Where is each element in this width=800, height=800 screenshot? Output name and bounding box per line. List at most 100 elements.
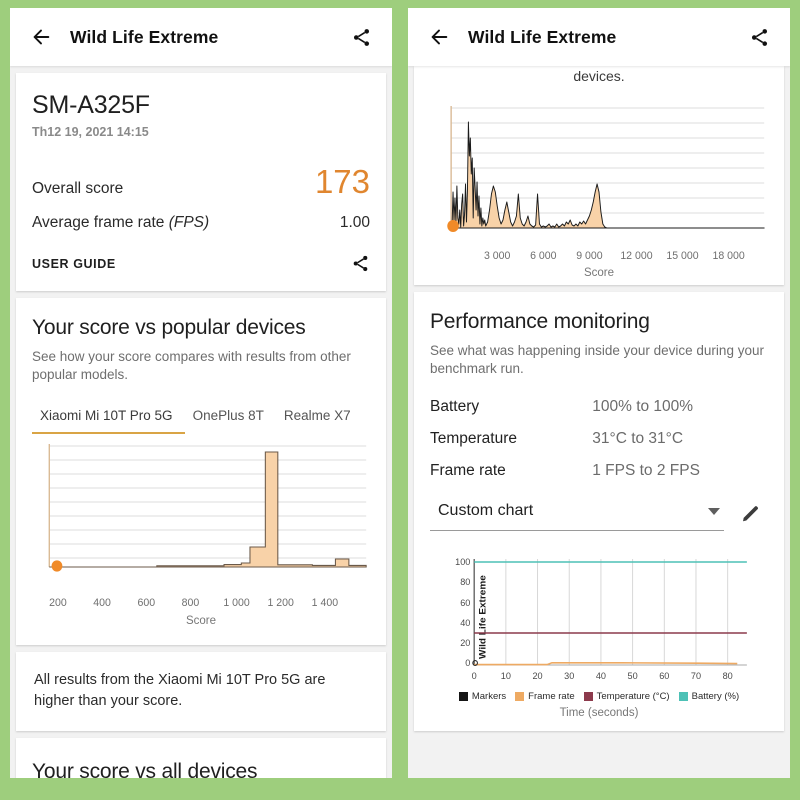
svg-text:200: 200 bbox=[49, 597, 67, 609]
chart-selector-row: Custom chart bbox=[430, 494, 768, 532]
stat-row-battery: Battery 100% to 100% bbox=[430, 398, 768, 416]
left-app-title: Wild Life Extreme bbox=[70, 26, 219, 47]
svg-text:3 000: 3 000 bbox=[484, 250, 510, 262]
svg-text:60: 60 bbox=[659, 671, 669, 681]
stat-label-battery: Battery bbox=[430, 398, 480, 416]
popular-device-histogram[interactable]: 200 400 600 800 1 000 1 200 1 400 Score bbox=[32, 434, 370, 627]
svg-text:1 000: 1 000 bbox=[223, 597, 249, 609]
svg-text:0: 0 bbox=[472, 671, 477, 681]
overall-score-value: 173 bbox=[314, 163, 370, 200]
average-frame-rate-label: Average frame rate (FPS) bbox=[32, 214, 210, 231]
tab-xiaomi-mi-10t-pro-5g[interactable]: Xiaomi Mi 10T Pro 5G bbox=[32, 402, 185, 435]
average-frame-rate-row: Average frame rate (FPS) 1.00 bbox=[32, 214, 370, 232]
popular-chart-x-axis-label: Score bbox=[185, 615, 217, 628]
result-timestamp: Th12 19, 2021 14:15 bbox=[32, 125, 149, 139]
svg-text:80: 80 bbox=[723, 671, 733, 681]
svg-text:80: 80 bbox=[460, 577, 470, 587]
legend-item-battery[interactable]: Battery (%) bbox=[678, 691, 740, 703]
svg-text:30: 30 bbox=[564, 671, 574, 681]
svg-text:400: 400 bbox=[93, 597, 111, 609]
svg-text:100: 100 bbox=[455, 557, 470, 567]
svg-text:50: 50 bbox=[628, 671, 638, 681]
share-icon[interactable] bbox=[742, 20, 776, 54]
user-guide-button[interactable]: USER GUIDE bbox=[32, 257, 116, 271]
stat-label-frame-rate: Frame rate bbox=[430, 462, 506, 480]
popular-devices-subtitle: See how your score compares with results… bbox=[32, 349, 351, 383]
right-phone-panel: Wild Life Extreme devices. 3 000 6 000 9… bbox=[408, 8, 790, 778]
svg-text:1 400: 1 400 bbox=[312, 597, 338, 609]
share-icon[interactable] bbox=[351, 254, 370, 273]
comparison-note-card: All results from the Xiaomi Mi 10T Pro 5… bbox=[16, 652, 386, 732]
popular-devices-card: Your score vs popular devices See how yo… bbox=[16, 298, 386, 646]
performance-stats-list: Battery 100% to 100% Temperature 31°C to… bbox=[430, 398, 768, 480]
all-devices-card: Your score vs all devices bbox=[16, 738, 386, 778]
legend-label-temperature: Temperature (°C) bbox=[596, 691, 670, 703]
stat-value-frame-rate: 1 FPS to 2 FPS bbox=[592, 462, 700, 480]
svg-text:10: 10 bbox=[501, 671, 511, 681]
left-app-bar: Wild Life Extreme bbox=[10, 8, 392, 66]
custom-performance-chart[interactable]: 100 80 60 40 20 0 Wild Life Extreme 0 10… bbox=[430, 553, 768, 719]
clipped-subtitle-text: devices. bbox=[573, 68, 625, 84]
pencil-icon[interactable] bbox=[734, 496, 768, 530]
legend-label-battery: Battery (%) bbox=[691, 691, 740, 703]
legend-label-frame-rate: Frame rate bbox=[528, 691, 575, 703]
svg-text:60: 60 bbox=[460, 598, 470, 608]
legend-swatch-frame-rate bbox=[515, 692, 525, 702]
tab-oneplus-8t[interactable]: OnePlus 8T bbox=[185, 402, 276, 434]
left-phone-panel: Wild Life Extreme SM-A325F Th12 19, 2021… bbox=[10, 8, 392, 778]
svg-text:0: 0 bbox=[465, 658, 470, 668]
legend-item-frame-rate[interactable]: Frame rate bbox=[515, 691, 575, 703]
svg-text:40: 40 bbox=[596, 671, 606, 681]
result-summary-card: SM-A325F Th12 19, 2021 14:15 Overall sco… bbox=[16, 73, 386, 291]
svg-text:18 000: 18 000 bbox=[712, 250, 744, 262]
device-comparison-tabs: Xiaomi Mi 10T Pro 5G OnePlus 8T Realme X… bbox=[32, 402, 370, 435]
svg-text:15 000: 15 000 bbox=[666, 250, 698, 262]
right-scroll-body[interactable]: devices. 3 000 6 000 9 000 12 000 15 000… bbox=[408, 66, 790, 778]
legend-swatch-markers bbox=[458, 692, 468, 702]
legend-label-markers: Markers bbox=[471, 691, 507, 703]
svg-text:Wild Life Extreme: Wild Life Extreme bbox=[478, 575, 489, 659]
performance-monitoring-title: Performance monitoring bbox=[430, 310, 650, 333]
svg-text:1 200: 1 200 bbox=[267, 597, 293, 609]
screenshot-stage: Wild Life Extreme SM-A325F Th12 19, 2021… bbox=[0, 0, 800, 800]
tab-realme-x7[interactable]: Realme X7 bbox=[276, 402, 363, 434]
custom-chart-x-axis-label: Time (seconds) bbox=[559, 707, 639, 720]
stat-row-temperature: Temperature 31°C to 31°C bbox=[430, 430, 768, 448]
legend-swatch-battery bbox=[678, 692, 688, 702]
share-icon[interactable] bbox=[344, 20, 378, 54]
all-devices-title: Your score vs all devices bbox=[32, 760, 258, 778]
performance-monitoring-card: Performance monitoring See what was happ… bbox=[414, 292, 784, 732]
overall-score-row: Overall score 173 bbox=[32, 165, 370, 198]
svg-text:12 000: 12 000 bbox=[620, 250, 652, 262]
chart-type-select-value: Custom chart bbox=[438, 502, 534, 520]
all-devices-chart-card: devices. 3 000 6 000 9 000 12 000 15 000… bbox=[414, 66, 784, 285]
device-name: SM-A325F bbox=[32, 91, 150, 119]
arrow-left-icon[interactable] bbox=[422, 20, 456, 54]
svg-text:20: 20 bbox=[460, 638, 470, 648]
all-devices-histogram[interactable]: 3 000 6 000 9 000 12 000 15 000 18 000 S… bbox=[430, 98, 768, 279]
right-app-title: Wild Life Extreme bbox=[468, 26, 617, 47]
stat-value-temperature: 31°C to 31°C bbox=[592, 430, 684, 448]
chart-type-select[interactable]: Custom chart bbox=[430, 494, 724, 532]
legend-item-temperature[interactable]: Temperature (°C) bbox=[583, 691, 670, 703]
all-devices-chart-x-axis-label: Score bbox=[583, 267, 615, 279]
legend-swatch-temperature bbox=[583, 692, 593, 702]
stat-row-frame-rate: Frame rate 1 FPS to 2 FPS bbox=[430, 462, 768, 480]
user-guide-row: USER GUIDE bbox=[32, 254, 370, 273]
performance-monitoring-subtitle: See what was happening inside your devic… bbox=[430, 343, 764, 377]
svg-text:9 000: 9 000 bbox=[576, 250, 602, 262]
overall-score-label: Overall score bbox=[32, 180, 124, 197]
legend-item-markers[interactable]: Markers bbox=[458, 691, 507, 703]
svg-text:70: 70 bbox=[691, 671, 701, 681]
arrow-left-icon[interactable] bbox=[24, 20, 58, 54]
svg-text:40: 40 bbox=[460, 618, 470, 628]
chevron-down-icon[interactable] bbox=[708, 507, 720, 515]
svg-text:20: 20 bbox=[532, 671, 542, 681]
average-frame-rate-value: 1.00 bbox=[339, 214, 370, 231]
stat-value-battery: 100% to 100% bbox=[592, 398, 694, 416]
popular-devices-title: Your score vs popular devices bbox=[32, 316, 306, 339]
left-scroll-body[interactable]: SM-A325F Th12 19, 2021 14:15 Overall sco… bbox=[10, 66, 392, 778]
svg-text:600: 600 bbox=[137, 597, 155, 609]
right-app-bar: Wild Life Extreme bbox=[408, 8, 790, 66]
svg-text:800: 800 bbox=[182, 597, 200, 609]
